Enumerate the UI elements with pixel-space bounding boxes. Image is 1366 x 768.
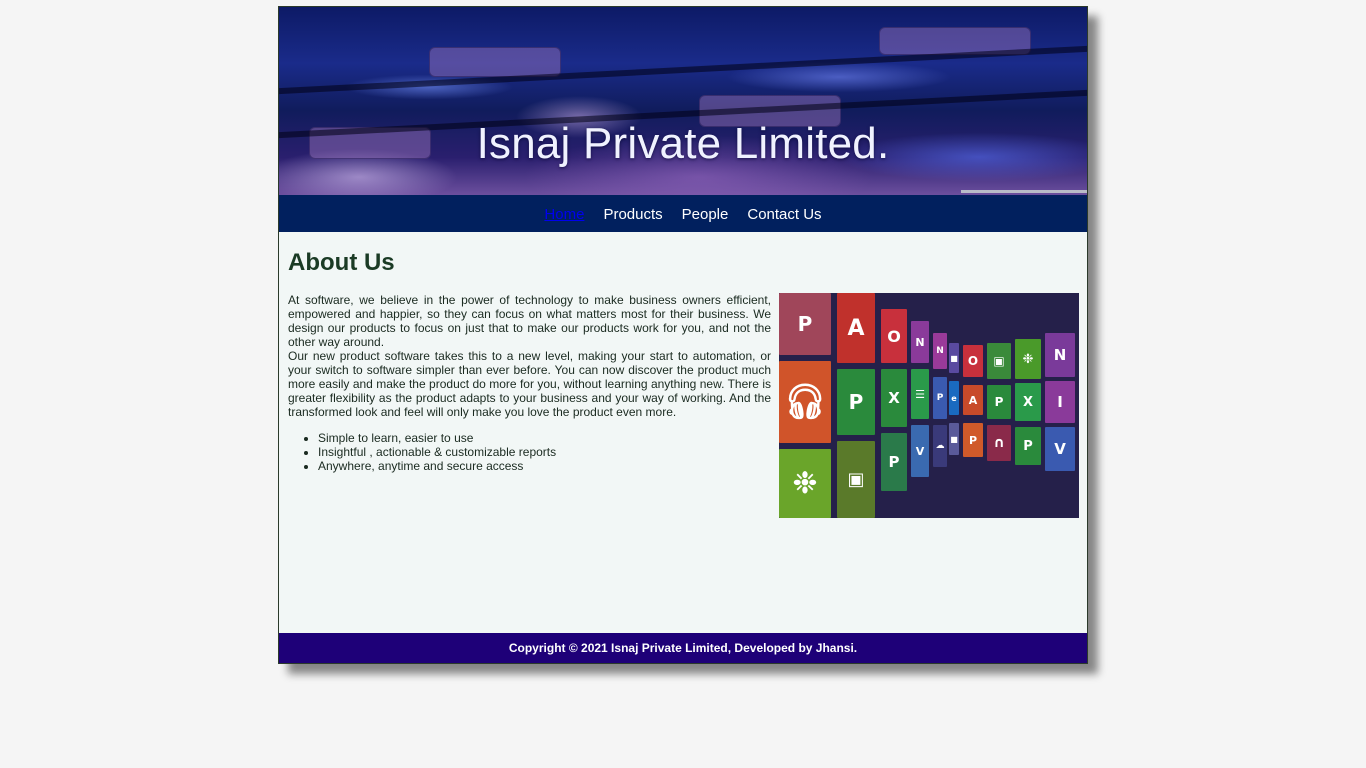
gamepad-tile-icon: ❉	[779, 449, 831, 518]
banner-edge	[961, 190, 1087, 193]
feature-item: Simple to learn, easier to use	[318, 431, 771, 445]
infopath-tile-icon: I	[1045, 381, 1075, 423]
site-title: Isnaj Private Limited.	[476, 119, 890, 168]
onenote-tile-icon: N	[933, 333, 947, 369]
nav-link-products[interactable]: Products	[603, 204, 662, 223]
nav-link-contact-us[interactable]: Contact Us	[747, 204, 821, 223]
feature-item: Anywhere, anytime and secure access	[318, 459, 771, 473]
page-container: Isnaj Private Limited. Home Products Peo…	[278, 6, 1088, 664]
headphones-tile-icon: 🎧︎	[779, 361, 831, 443]
onenote-tile-icon: N	[911, 321, 929, 363]
ie-tile-icon: e	[949, 381, 959, 415]
access-tile-icon: A	[963, 385, 983, 415]
access-tile-icon: A	[837, 293, 875, 363]
headphones-tile-icon: ∩	[987, 425, 1011, 461]
nav-link-people[interactable]: People	[682, 204, 729, 223]
project-tile-icon: P	[837, 369, 875, 435]
about-paragraph-1: At software, we believe in the power of …	[288, 293, 771, 349]
store-tile-icon: ▣	[837, 441, 875, 518]
project-tile-icon: P	[881, 433, 907, 491]
onenote-tile-icon: N	[1045, 333, 1075, 377]
store-tile-icon: ▣	[987, 343, 1011, 379]
office-tile-icon: O	[963, 345, 983, 377]
office-apps-image: P 🎧︎ ❉ A P ▣ O X P N ☰ V N P ☁ ■ e ■ O A…	[779, 293, 1079, 518]
project-tile-icon: P	[1015, 427, 1041, 465]
app-tile-icon: ■	[949, 343, 959, 373]
app-tile-icon: ■	[949, 423, 959, 455]
powerpoint-tile-icon: P	[963, 423, 983, 457]
main-content: About Us At software, we believe in the …	[288, 232, 1079, 518]
page-heading: About Us	[288, 249, 395, 276]
copyright-text: Copyright © 2021 Isnaj Private Limited, …	[508, 641, 858, 655]
main-nav: Home Products People Contact Us	[279, 195, 1087, 232]
header-banner: Isnaj Private Limited.	[279, 7, 1087, 195]
about-paragraph-2: Our new product software takes this to a…	[288, 349, 771, 419]
publisher-tile-icon: P	[933, 377, 947, 419]
nav-link-home[interactable]: Home	[544, 204, 584, 223]
visio-tile-icon: V	[1045, 427, 1075, 471]
powerpoint-tile-icon: P	[779, 293, 831, 355]
banner-key-gap	[279, 45, 1087, 95]
excel-tile-icon: X	[1015, 383, 1041, 421]
project-tile-icon: P	[987, 385, 1011, 419]
excel-tile-icon: X	[881, 369, 907, 427]
banner-keyboard-key	[429, 47, 561, 77]
office-tile-icon: O	[881, 309, 907, 363]
spreadsheet-tile-icon: ☰	[911, 369, 929, 419]
visio-tile-icon: V	[911, 425, 929, 477]
footer: Copyright © 2021 Isnaj Private Limited, …	[279, 633, 1087, 663]
feature-list: Simple to learn, easier to use Insightfu…	[288, 431, 771, 473]
about-text: At software, we believe in the power of …	[288, 293, 771, 473]
gamepad-tile-icon: ❉	[1015, 339, 1041, 379]
cloud-tile-icon: ☁	[933, 425, 947, 467]
feature-item: Insightful , actionable & customizable r…	[318, 445, 771, 459]
